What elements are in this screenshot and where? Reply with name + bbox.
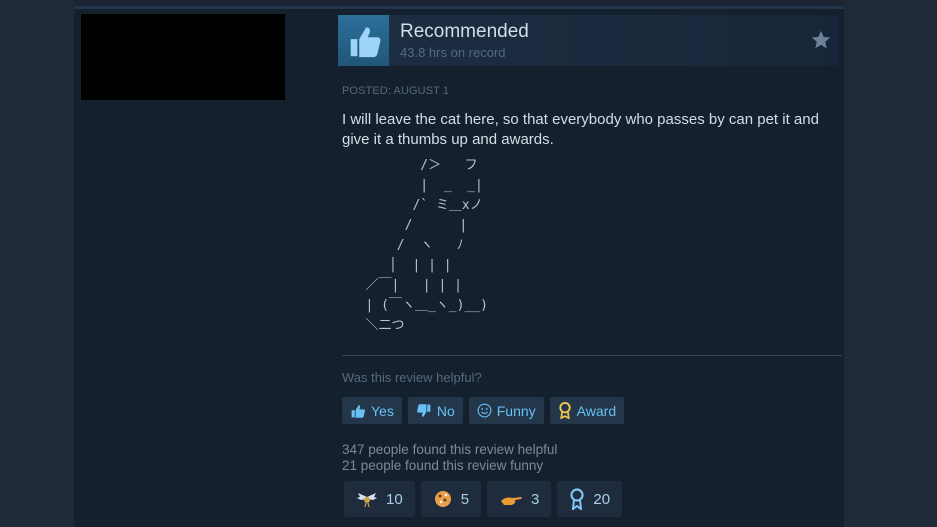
vote-yes-label: Yes — [371, 402, 394, 419]
award-count: 3 — [531, 490, 540, 508]
page-left-gutter — [0, 0, 74, 527]
award-chip-pointing-hand[interactable]: 3 — [487, 481, 552, 517]
review-stats: 347 people found this review helpful 21 … — [342, 442, 557, 474]
helpful-count: 347 people found this review helpful — [342, 442, 558, 457]
review-card: Recommended 43.8 hrs on record POSTED: A… — [74, 6, 844, 527]
award-count: 20 — [593, 490, 611, 508]
ascii-cat-art: /＞ フ | _ _| /` ミ＿xノ / | / ヽ ﾉ │ | | | ／￣… — [365, 158, 488, 333]
award-count: 5 — [460, 490, 470, 508]
page-right-gutter — [844, 0, 937, 527]
funny-count: 21 people found this review funny — [342, 458, 544, 473]
vote-no-label: No — [436, 402, 455, 419]
ribbon-award-icon — [570, 488, 584, 510]
vote-no-button[interactable]: No — [407, 397, 463, 424]
thumbs-up-icon — [350, 26, 381, 57]
review-body-text: I will leave the cat here, so that every… — [342, 111, 819, 148]
vote-funny-label: Funny — [496, 402, 536, 419]
award-chip-winged[interactable]: 10 — [344, 481, 415, 517]
review-header[interactable]: Recommended 43.8 hrs on record — [338, 15, 838, 66]
vote-funny-button[interactable]: Funny — [468, 397, 544, 424]
award-label: Award — [576, 402, 617, 419]
hours-on-record: 43.8 hrs on record — [400, 45, 506, 60]
divider — [342, 355, 842, 356]
smiley-icon — [477, 403, 492, 418]
award-button[interactable]: Award — [549, 397, 625, 424]
posted-date: POSTED: AUGUST 1 — [342, 85, 450, 97]
thumbs-up-icon — [351, 404, 365, 418]
award-chip-ribbon[interactable]: 20 — [557, 481, 623, 517]
cookie-award-icon — [434, 491, 451, 507]
award-ribbon-icon — [559, 402, 571, 419]
pointing-hand-award-icon — [501, 497, 522, 505]
winged-award-icon — [357, 493, 377, 507]
redacted-author-block — [81, 14, 285, 100]
helpful-question: Was this review helpful? — [342, 370, 482, 385]
award-chip-cookie[interactable]: 5 — [420, 481, 482, 517]
vote-buttons: Yes No Funny Award — [342, 397, 625, 424]
vote-yes-button[interactable]: Yes — [342, 397, 402, 424]
awards-row: 10 5 3 20 — [344, 481, 623, 517]
award-count: 10 — [386, 490, 403, 508]
recommended-thumb-box — [338, 15, 389, 66]
thumbs-down-icon — [416, 403, 431, 417]
verdict-title: Recommended — [400, 21, 529, 42]
star-icon[interactable] — [810, 29, 832, 51]
